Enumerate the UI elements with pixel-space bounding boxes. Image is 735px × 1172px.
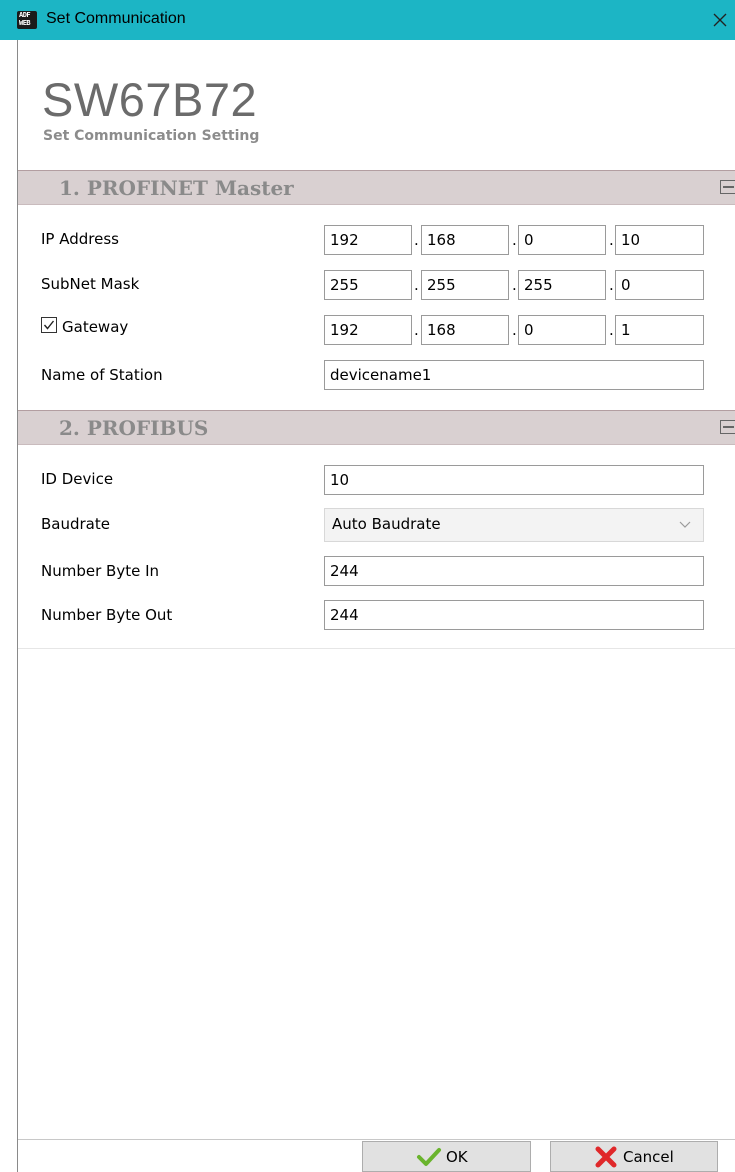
gateway-octet-3-field[interactable]: 0	[518, 315, 606, 345]
app-logo-icon: ADF WEB	[17, 11, 37, 29]
name-of-station-label: Name of Station	[41, 366, 163, 384]
cancel-button[interactable]: Cancel	[550, 1141, 718, 1172]
ip-address-label: IP Address	[41, 230, 119, 248]
number-byte-in-label: Number Byte In	[41, 562, 160, 580]
gateway-octet-2-field[interactable]: 168	[421, 315, 509, 345]
ip-octet-1-field[interactable]: 192	[324, 225, 412, 255]
ip-octet-2-field[interactable]: 168	[421, 225, 509, 255]
number-byte-out-label: Number Byte Out	[41, 606, 173, 624]
left-border	[17, 40, 18, 1172]
subnet-octet-1-field[interactable]: 255	[324, 270, 412, 300]
gateway-octet-4-field[interactable]: 1	[615, 315, 704, 345]
baudrate-select[interactable]: Auto Baudrate	[324, 508, 704, 542]
section-header-profibus[interactable]: 2. PROFIBUS	[18, 410, 735, 445]
cancel-label: Cancel	[623, 1148, 674, 1166]
footer-divider	[18, 1139, 735, 1140]
divider	[18, 648, 735, 649]
section-title: 1. PROFINET Master	[59, 176, 294, 200]
id-device-field[interactable]: 10	[324, 465, 704, 495]
check-icon	[417, 1148, 441, 1166]
subnet-octet-4-field[interactable]: 0	[615, 270, 704, 300]
ip-octet-4-field[interactable]: 10	[615, 225, 704, 255]
collapse-icon[interactable]	[720, 420, 735, 434]
gateway-checkbox[interactable]	[41, 317, 57, 333]
section-title: 2. PROFIBUS	[59, 416, 209, 440]
subnet-octet-2-field[interactable]: 255	[421, 270, 509, 300]
window-titlebar: ADF WEB Set Communication	[0, 0, 735, 40]
ok-label: OK	[446, 1148, 468, 1166]
number-byte-out-field[interactable]: 244	[324, 600, 704, 630]
id-device-label: ID Device	[41, 470, 114, 488]
page-subtitle: Set Communication Setting	[43, 128, 260, 144]
gateway-octet-1-field[interactable]: 192	[324, 315, 412, 345]
collapse-icon[interactable]	[720, 180, 735, 194]
window-title: Set Communication	[46, 10, 186, 27]
baudrate-label: Baudrate	[41, 515, 110, 533]
product-code: SW67B72	[42, 73, 258, 126]
subnet-mask-label: SubNet Mask	[41, 275, 140, 293]
checkmark-icon	[43, 320, 55, 330]
x-icon	[595, 1146, 617, 1168]
ip-octet-3-field[interactable]: 0	[518, 225, 606, 255]
ok-button[interactable]: OK	[362, 1141, 531, 1172]
name-of-station-field[interactable]: devicename1	[324, 360, 704, 390]
number-byte-in-field[interactable]: 244	[324, 556, 704, 586]
gateway-label: Gateway	[62, 318, 129, 336]
close-icon	[713, 13, 727, 27]
subnet-octet-3-field[interactable]: 255	[518, 270, 606, 300]
close-button[interactable]	[705, 4, 735, 36]
section-header-profinet[interactable]: 1. PROFINET Master	[18, 170, 735, 205]
chevron-down-icon[interactable]	[678, 517, 692, 531]
